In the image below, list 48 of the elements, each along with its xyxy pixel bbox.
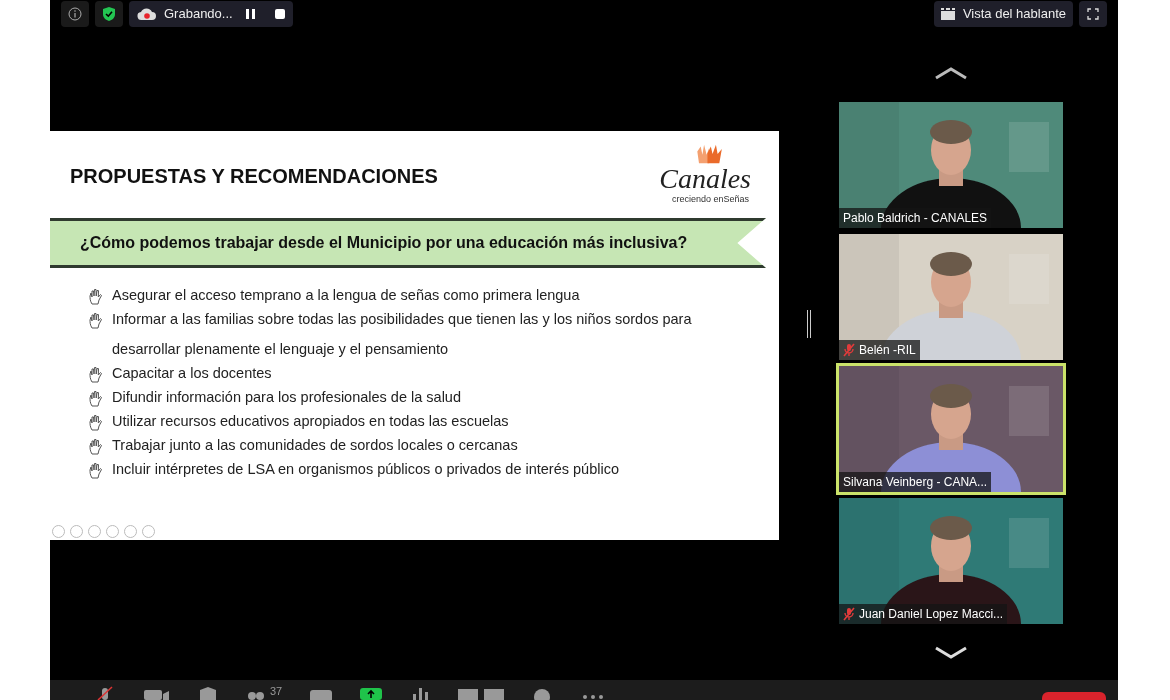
participants-icon[interactable] [246, 690, 266, 700]
grid-icon [940, 8, 955, 20]
bullet-text: Difundir información para los profesionales de la salud [112, 388, 461, 407]
info-button[interactable] [61, 1, 89, 27]
bullet-text: Asegurar el acceso temprano a la lengua de señas como primera lengua [112, 286, 580, 305]
bullet-text: Trabajar junto a las comunidades de sordos locales o cercanas [112, 436, 518, 455]
layout-icon[interactable] [458, 686, 505, 700]
chat-icon[interactable] [310, 688, 333, 700]
logo-name: Canales [659, 165, 751, 193]
muted-mic-icon [843, 607, 855, 621]
bullet-text: Utilizar recursos educativos apropiados en todas las escuelas [112, 412, 509, 431]
chevron-up-icon[interactable] [934, 66, 968, 80]
participant-name: Silvana Veinberg - CANA... [843, 474, 988, 491]
bullet-text: Capacitar a los docentes [112, 364, 272, 383]
participant-name: Juan Daniel Lopez Macci... [859, 606, 1004, 623]
video-camera-icon[interactable] [144, 688, 170, 700]
share-screen-icon[interactable] [360, 686, 383, 700]
fullscreen-icon [1087, 8, 1099, 20]
participant-count: 37 [270, 684, 283, 698]
fullscreen-button[interactable] [1079, 1, 1107, 27]
cloud-record-icon [137, 7, 157, 21]
stop-button[interactable] [275, 9, 285, 19]
chart-icon[interactable] [410, 686, 431, 700]
shield-icon[interactable] [198, 686, 218, 700]
hand-icon [88, 462, 104, 480]
participant-name: Pablo Baldrich - CANALES [843, 210, 988, 227]
hand-icon [88, 390, 104, 408]
info-icon [68, 7, 82, 21]
participant-name: Belén -RIL [859, 342, 916, 359]
view-button[interactable]: Vista del hablante [933, 1, 1073, 27]
hand-icon [88, 312, 104, 330]
question-banner: ¿Cómo podemos trabajar desde el Municipio por una educación más inclusiva? [50, 218, 766, 268]
chevron-down-icon[interactable] [934, 646, 968, 660]
slide-title: PROPUESTAS Y RECOMENDACIONES [70, 164, 438, 189]
pause-button[interactable] [243, 9, 258, 19]
shield-check-icon [102, 6, 116, 22]
hand-icon [88, 288, 104, 306]
recording-label: Grabando... [164, 5, 233, 24]
hand-icon [88, 438, 104, 456]
hand-icon [88, 366, 104, 384]
logo-tagline: creciendo enSeñas [671, 193, 749, 206]
muted-mic-icon [843, 343, 855, 357]
bullet-text: Incluir intérpretes de LSA en organismos públicos o privados de interés público [112, 460, 619, 479]
security-button[interactable] [95, 1, 123, 27]
resize-handle[interactable] [807, 310, 811, 338]
bullet-text: Informar a las familias sobre todas las posibilidades que tienen las y los niños sordos para desarrollar plenamente el lenguaje y el pensamiento [112, 310, 693, 359]
end-button[interactable] [1042, 692, 1106, 700]
hand-icon [88, 414, 104, 432]
